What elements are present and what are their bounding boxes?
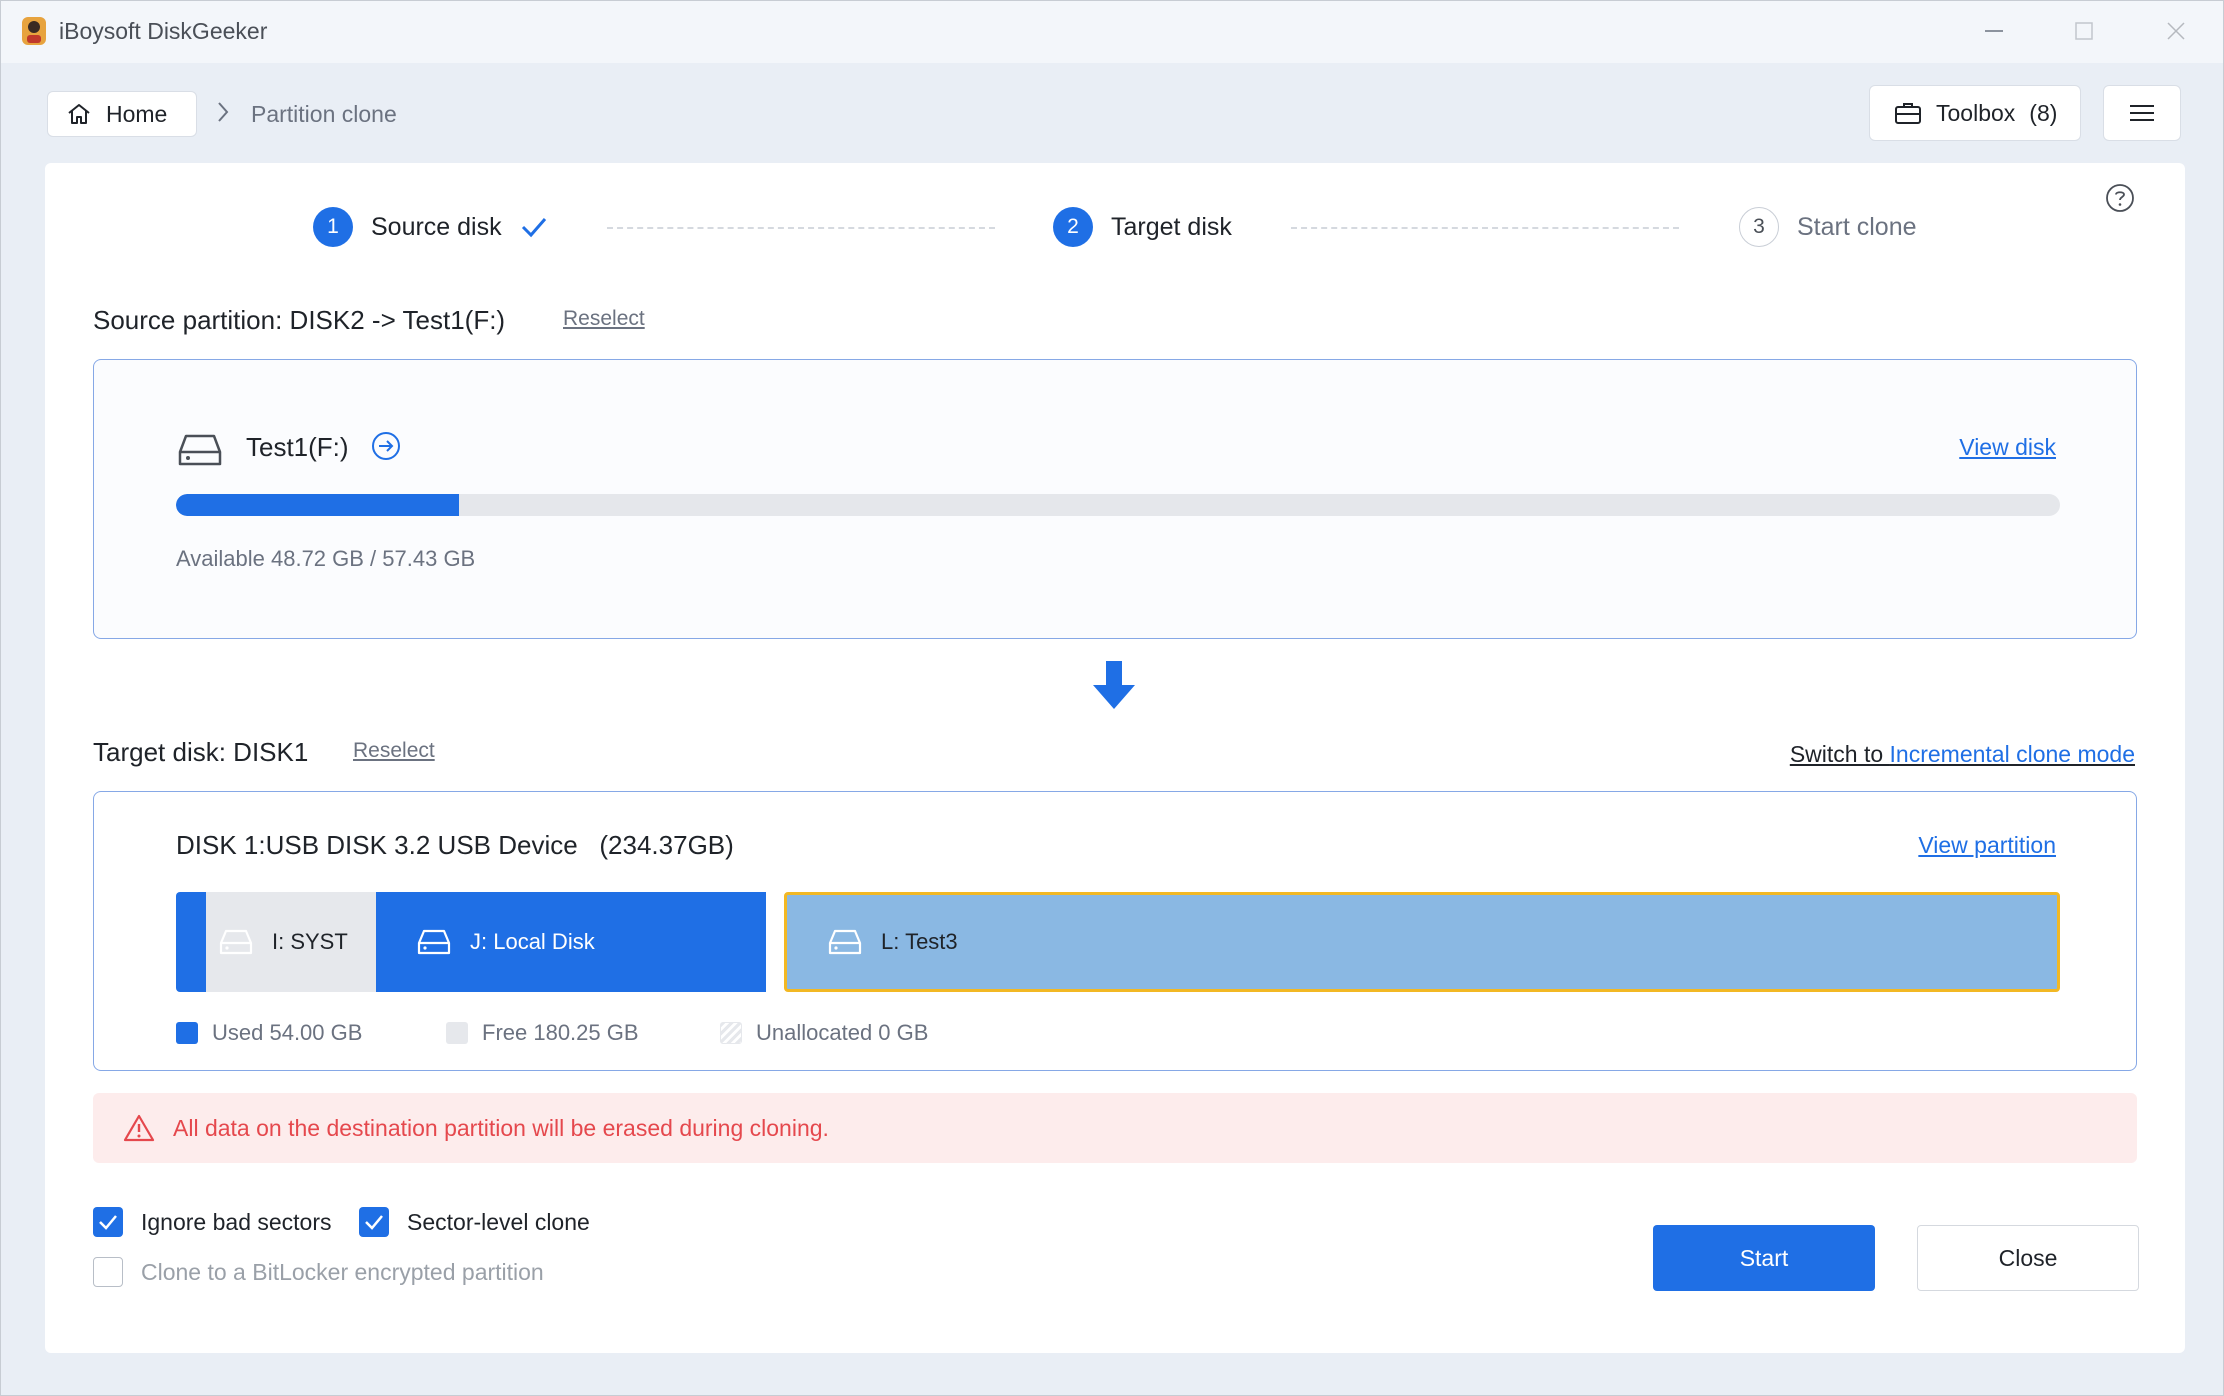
legend-free: Free 180.25 GB <box>446 1020 639 1046</box>
chevron-right-icon <box>218 102 229 122</box>
maximize-button[interactable] <box>2057 11 2111 51</box>
maximize-icon <box>2075 22 2093 40</box>
toolbox-count: (8) <box>2029 99 2058 126</box>
source-usage-bar <box>176 494 2060 516</box>
bitlocker-label: Clone to a BitLocker encrypted partition <box>141 1258 544 1285</box>
drive-icon <box>219 929 253 955</box>
step-source-disk: 1 Source disk <box>313 207 548 247</box>
toolbox-button[interactable]: Toolbox (8) <box>1869 85 2081 141</box>
free-swatch <box>446 1022 468 1044</box>
app-logo-icon <box>22 17 46 45</box>
warning-icon <box>123 1114 155 1142</box>
toolbox-label: Toolbox <box>1936 99 2016 126</box>
partition-label: J: Local Disk <box>470 929 595 954</box>
home-button[interactable]: Home <box>47 91 197 137</box>
home-label: Home <box>106 100 168 127</box>
ignore-bad-sectors-label: Ignore bad sectors <box>141 1208 332 1235</box>
partition-syst-used[interactable] <box>176 892 206 992</box>
source-reselect-link[interactable]: Reselect <box>563 307 645 331</box>
partition-map: I: SYST J: Local Disk L: Test3 <box>176 892 2060 992</box>
partition-label: I: SYST <box>272 929 348 954</box>
close-icon <box>2167 22 2185 40</box>
warning-text: All data on the destination partition wi… <box>173 1114 829 1141</box>
checkmark-icon <box>365 1215 383 1230</box>
step-number: 3 <box>1739 207 1779 247</box>
bitlocker-checkbox[interactable] <box>93 1257 123 1287</box>
step-label: Start clone <box>1797 212 1917 241</box>
close-button[interactable]: Close <box>1917 1225 2139 1291</box>
legend-used: Used 54.00 GB <box>176 1020 362 1046</box>
target-disk-size: (234.37GB) <box>599 830 734 860</box>
bitlocker-option[interactable]: Clone to a BitLocker encrypted partition <box>93 1257 544 1287</box>
source-partition-card: Test1(F:) View disk Available 48.72 GB /… <box>93 359 2137 639</box>
sector-level-clone-checkbox[interactable] <box>359 1207 389 1237</box>
view-disk-link[interactable]: View disk <box>1959 434 2056 461</box>
help-icon[interactable] <box>2105 183 2135 213</box>
drive-icon <box>417 929 451 955</box>
source-partition-heading: Source partition: DISK2 -> Test1(F:) <box>93 305 506 335</box>
source-partition-name: Test1(F:) <box>246 432 349 462</box>
switch-mode-link[interactable]: Switch to Incremental clone mode <box>1790 741 2135 768</box>
sector-level-clone-option[interactable]: Sector-level clone <box>359 1207 590 1237</box>
source-usage-fill <box>176 494 459 516</box>
warning-banner: All data on the destination partition wi… <box>93 1093 2137 1163</box>
ignore-bad-sectors-checkbox[interactable] <box>93 1207 123 1237</box>
legend-unallocated-label: Unallocated 0 GB <box>756 1020 929 1045</box>
partition-label: L: Test3 <box>881 929 958 954</box>
step-target-disk: 2 Target disk <box>1053 207 1232 247</box>
switch-mode-prefix: Switch to <box>1789 741 1890 767</box>
menu-button[interactable] <box>2103 85 2181 141</box>
legend-unallocated: Unallocated 0 GB <box>720 1020 928 1046</box>
minimize-icon <box>1985 30 2003 32</box>
step-connector <box>1291 227 1679 229</box>
partition-test3-selected[interactable]: L: Test3 <box>784 892 2060 992</box>
target-reselect-link[interactable]: Reselect <box>353 739 435 763</box>
arrow-circle-right-icon[interactable] <box>370 430 402 462</box>
step-number: 1 <box>313 207 353 247</box>
source-available-text: Available 48.72 GB / 57.43 GB <box>176 546 476 571</box>
target-disk-card: DISK 1:USB DISK 3.2 USB Device (234.37GB… <box>93 791 2137 1071</box>
step-connector <box>607 227 995 229</box>
title-bar: iBoysoft DiskGeeker <box>1 1 2223 63</box>
legend-used-label: Used 54.00 GB <box>212 1020 363 1045</box>
incremental-clone-link[interactable]: Incremental clone mode <box>1890 741 2135 767</box>
drive-icon <box>828 929 862 955</box>
sector-level-clone-label: Sector-level clone <box>407 1208 590 1235</box>
step-label: Target disk <box>1111 212 1232 241</box>
target-disk-label: DISK 1:USB DISK 3.2 USB Device <box>176 830 578 860</box>
step-start-clone: 3 Start clone <box>1739 207 1917 247</box>
app-window: iBoysoft DiskGeeker Home Partition clone… <box>0 0 2224 1396</box>
step-label: Source disk <box>371 212 502 241</box>
drive-icon <box>178 434 222 466</box>
partition-syst[interactable]: I: SYST <box>206 892 376 992</box>
minimize-button[interactable] <box>1967 11 2021 51</box>
arrow-down-icon <box>1093 661 1135 709</box>
partition-local-disk[interactable]: J: Local Disk <box>376 892 766 992</box>
toolbox-icon <box>1895 103 1921 124</box>
window-title: iBoysoft DiskGeeker <box>59 18 268 44</box>
unallocated-swatch <box>720 1022 742 1044</box>
view-partition-link[interactable]: View partition <box>1918 832 2056 859</box>
breadcrumb-current: Partition clone <box>251 101 397 127</box>
close-window-button[interactable] <box>2149 11 2203 51</box>
hamburger-menu-icon <box>2130 105 2154 121</box>
step-number: 2 <box>1053 207 1093 247</box>
checkmark-icon <box>99 1215 117 1230</box>
target-disk-heading: Target disk: DISK1 <box>93 737 309 767</box>
checkmark-icon <box>521 218 546 238</box>
home-icon <box>68 104 90 124</box>
start-button[interactable]: Start <box>1653 1225 1875 1291</box>
ignore-bad-sectors-option[interactable]: Ignore bad sectors <box>93 1207 332 1237</box>
target-disk-name: DISK 1:USB DISK 3.2 USB Device (234.37GB… <box>176 830 734 861</box>
used-swatch <box>176 1022 198 1044</box>
legend-free-label: Free 180.25 GB <box>482 1020 639 1045</box>
